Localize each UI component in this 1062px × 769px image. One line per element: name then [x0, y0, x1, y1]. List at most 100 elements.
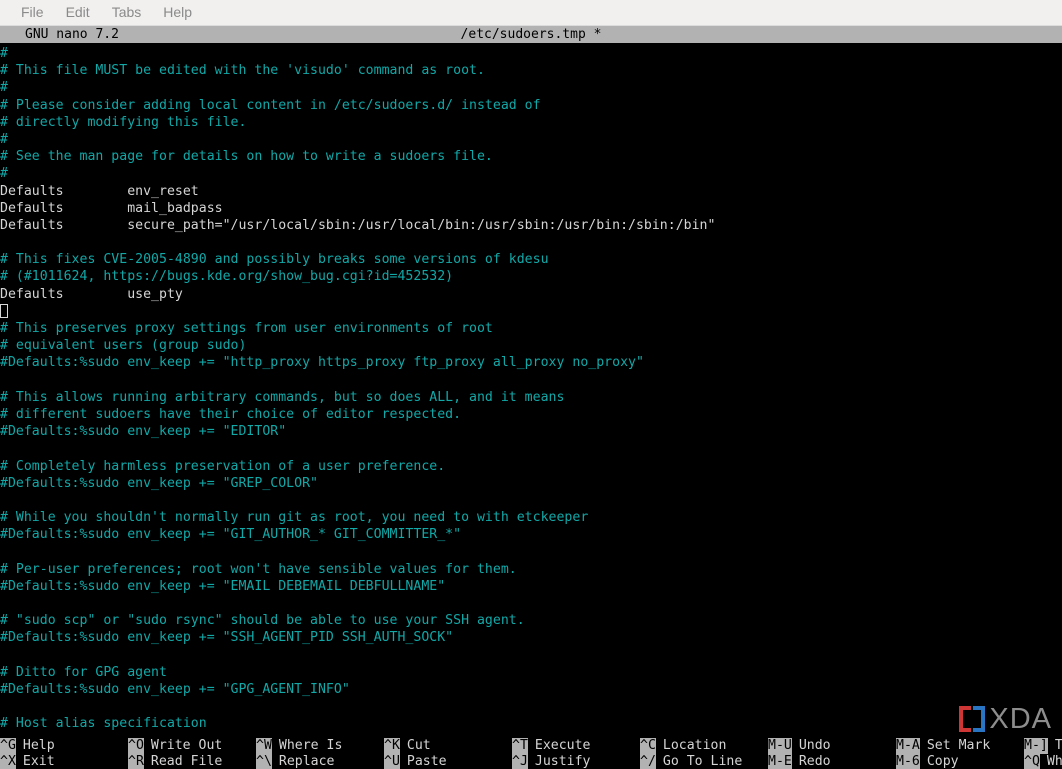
help-label: Exit	[22, 754, 55, 769]
editor-line: #	[0, 80, 8, 96]
help-label: Go To Line	[662, 754, 743, 769]
help-shortcut-where-was[interactable]: ^Q Wh	[1024, 754, 1062, 769]
help-key: ^O	[128, 738, 144, 754]
help-shortcut-help[interactable]: ^G Help	[0, 738, 128, 754]
help-shortcut-exit[interactable]: ^X Exit	[0, 754, 128, 769]
help-label: Write Out	[150, 738, 223, 753]
help-key: ^W	[256, 738, 272, 754]
editor-line: # This preserves proxy settings from use…	[0, 321, 493, 336]
editor-line: Defaults mail_badpass	[0, 200, 223, 216]
editor-line: # "sudo scp" or "sudo rsync" should be a…	[0, 613, 525, 629]
editor-line: # This fixes CVE-2005-4890 and possibly …	[0, 252, 549, 268]
help-shortcut-write-out[interactable]: ^O Write Out	[128, 738, 256, 754]
menu-help[interactable]: Help	[152, 0, 203, 25]
editor-line: # Please consider adding local content i…	[0, 97, 541, 113]
editor-line: # See the man page for details on how to…	[0, 149, 493, 165]
editor-line: # equivalent users (group sudo)	[0, 338, 247, 354]
help-label: Paste	[406, 754, 447, 769]
help-key: ^\	[256, 754, 272, 769]
help-key: M-E	[768, 754, 792, 769]
help-key: ^Q	[1024, 754, 1040, 769]
help-label: Undo	[798, 738, 831, 753]
help-label: Where Is	[278, 738, 343, 753]
help-shortcut-justify[interactable]: ^J Justify	[512, 754, 640, 769]
help-key: ^K	[384, 738, 400, 754]
menu-tabs[interactable]: Tabs	[101, 0, 153, 25]
help-row-secondary: ^X Exit ^R Read File ^\ Replace ^U Paste ^J Justi…	[0, 754, 1062, 769]
editor-line: #Defaults:%sudo env_keep += "EDITOR"	[0, 424, 287, 440]
editor-line: # different sudoers have their choice of…	[0, 406, 462, 422]
help-shortcut-to-bracket[interactable]: M-] T	[1024, 738, 1062, 754]
help-label: Help	[22, 738, 55, 753]
help-shortcut-go-to-line[interactable]: ^/ Go To Line	[640, 754, 768, 769]
editor-line: #Defaults:%sudo env_keep += "GIT_AUTHOR_…	[0, 527, 462, 543]
text-cursor	[0, 303, 8, 318]
editor-line: Defaults use_pty	[0, 286, 183, 302]
editor-line: # This allows running arbitrary commands…	[0, 389, 565, 405]
editor-line: #	[0, 131, 8, 147]
help-label: Copy	[926, 754, 959, 769]
editor-line: Defaults secure_path="/usr/local/sbin:/u…	[0, 217, 716, 233]
help-label: Justify	[534, 754, 591, 769]
help-key: M-6	[896, 754, 920, 769]
nano-filename-label: /etc/sudoers.tmp *	[460, 27, 602, 42]
editor-line: #Defaults:%sudo env_keep += "EMAIL DEBEM…	[0, 578, 446, 594]
editor-line: Defaults env_reset	[0, 183, 199, 199]
help-shortcut-replace[interactable]: ^\ Replace	[256, 754, 384, 769]
editor-line: #	[0, 166, 8, 182]
help-key: ^G	[0, 738, 16, 754]
help-shortcut-where-is[interactable]: ^W Where Is	[256, 738, 384, 754]
help-shortcut-paste[interactable]: ^U Paste	[384, 754, 512, 769]
editor-line: # directly modifying this file.	[0, 114, 247, 130]
help-key: ^R	[128, 754, 144, 769]
help-key: ^U	[384, 754, 400, 769]
help-label: T	[1054, 738, 1062, 753]
editor-line: # Completely harmless preservation of a …	[0, 458, 446, 474]
help-key: M-]	[1024, 738, 1048, 754]
help-shortcut-read-file[interactable]: ^R Read File	[128, 754, 256, 769]
nano-titlebar: GNU nano 7.2 /etc/sudoers.tmp *	[0, 26, 1062, 43]
editor-line: # This file MUST be edited with the 'vis…	[0, 63, 485, 79]
help-shortcut-location[interactable]: ^C Location	[640, 738, 768, 754]
help-label: Location	[662, 738, 727, 753]
editor-line: # (#1011624, https://bugs.kde.org/show_b…	[0, 269, 454, 285]
editor-line: #Defaults:%sudo env_keep += "SSH_AGENT_P…	[0, 630, 454, 646]
menu-edit[interactable]: Edit	[55, 0, 101, 25]
nano-editor-area[interactable]: # # This file MUST be edited with the 'vi…	[0, 43, 1062, 738]
editor-line: # Ditto for GPG agent	[0, 664, 167, 680]
help-key: ^/	[640, 754, 656, 769]
nano-terminal[interactable]: GNU nano 7.2 /etc/sudoers.tmp * # # This …	[0, 26, 1062, 769]
help-label: Redo	[798, 754, 831, 769]
editor-line	[0, 303, 1062, 320]
help-shortcut-undo[interactable]: M-U Undo	[768, 738, 896, 754]
menu-file[interactable]: File	[10, 0, 55, 25]
nano-help-bar: ^G Help ^O Write Out ^W Where Is ^K Cut ^T Execut…	[0, 738, 1062, 769]
help-label: Wh	[1046, 754, 1062, 769]
help-label: Read File	[150, 754, 223, 769]
help-key: ^T	[512, 738, 528, 754]
help-key: M-A	[896, 738, 920, 754]
editor-line: #Defaults:%sudo env_keep += "GREP_COLOR"	[0, 475, 318, 491]
help-key: M-U	[768, 738, 792, 754]
help-shortcut-copy[interactable]: M-6 Copy	[896, 754, 1024, 769]
editor-line: #Defaults:%sudo env_keep += "GPG_AGENT_I…	[0, 681, 350, 697]
editor-line: # Host alias specification	[0, 716, 207, 732]
help-key: ^X	[0, 754, 16, 769]
help-label: Cut	[406, 738, 431, 753]
window-menubar: File Edit Tabs Help	[0, 0, 1062, 26]
help-shortcut-set-mark[interactable]: M-A Set Mark	[896, 738, 1024, 754]
help-shortcut-cut[interactable]: ^K Cut	[384, 738, 512, 754]
help-key: ^C	[640, 738, 656, 754]
editor-line: # Per-user preferences; root won't have …	[0, 561, 517, 577]
help-shortcut-execute[interactable]: ^T Execute	[512, 738, 640, 754]
help-label: Execute	[534, 738, 591, 753]
help-label: Replace	[278, 754, 335, 769]
help-key: ^J	[512, 754, 528, 769]
help-shortcut-redo[interactable]: M-E Redo	[768, 754, 896, 769]
